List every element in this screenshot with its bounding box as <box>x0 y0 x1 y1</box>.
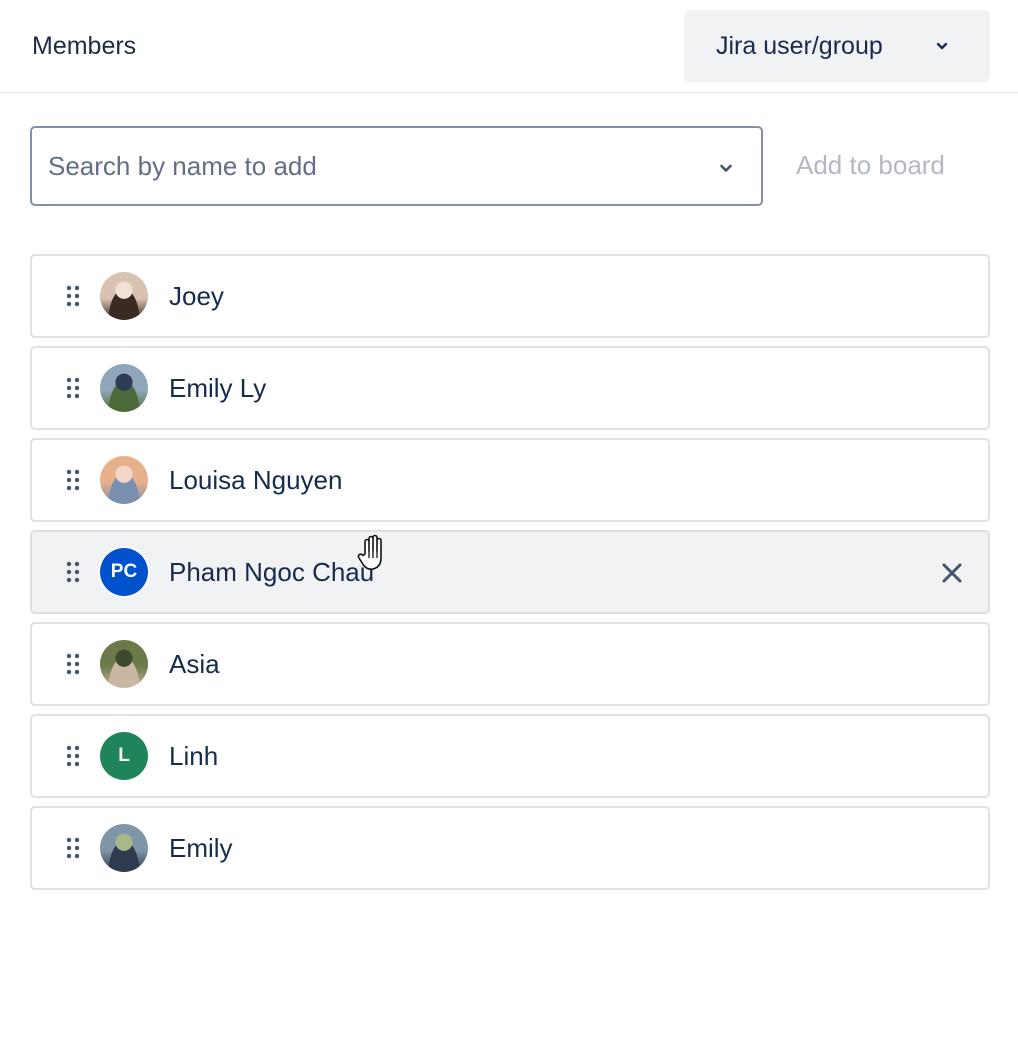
member-name: Louisa Nguyen <box>169 465 343 495</box>
drag-handle-icon[interactable] <box>66 653 80 675</box>
chevron-down-icon <box>936 42 948 50</box>
member-type-select-value: Jira user/group <box>716 31 883 60</box>
member-search-input[interactable] <box>48 146 688 186</box>
avatar <box>100 364 148 412</box>
drag-handle-icon[interactable] <box>66 745 80 767</box>
member-name: Linh <box>169 741 219 771</box>
add-to-board-button[interactable]: Add to board <box>796 150 945 181</box>
close-icon[interactable] <box>940 561 964 585</box>
drag-handle-icon[interactable] <box>66 469 80 491</box>
drag-handle-icon[interactable] <box>66 377 80 399</box>
member-name: Joey <box>169 281 224 311</box>
drag-handle-icon[interactable] <box>66 285 80 307</box>
member-name: Emily Ly <box>169 373 267 403</box>
avatar-initials: L <box>118 745 130 766</box>
drag-handle-icon[interactable] <box>66 837 80 859</box>
avatar-initials: PC <box>110 561 138 582</box>
member-row[interactable]: PC Pham Ngoc Chau <box>30 530 990 614</box>
page-title: Members <box>32 32 137 60</box>
avatar <box>100 824 148 872</box>
member-row[interactable]: Emily Ly <box>30 346 990 430</box>
member-row[interactable]: L Linh <box>30 714 990 798</box>
drag-handle-icon[interactable] <box>66 561 80 583</box>
panel-header: Members Jira user/group <box>0 0 1018 93</box>
avatar: PC <box>100 548 148 596</box>
member-type-select[interactable]: Jira user/group <box>684 10 990 82</box>
avatar <box>100 640 148 688</box>
member-row[interactable]: Joey <box>30 254 990 338</box>
member-row[interactable]: Louisa Nguyen <box>30 438 990 522</box>
chevron-down-icon[interactable] <box>717 159 735 177</box>
member-name: Pham Ngoc Chau <box>169 557 375 587</box>
member-row[interactable]: Emily <box>30 806 990 890</box>
member-search-select[interactable] <box>30 126 763 206</box>
avatar: L <box>100 732 148 780</box>
avatar <box>100 456 148 504</box>
member-name: Asia <box>169 649 220 679</box>
avatar <box>100 272 148 320</box>
member-name: Emily <box>169 833 233 863</box>
member-row[interactable]: Asia <box>30 622 990 706</box>
